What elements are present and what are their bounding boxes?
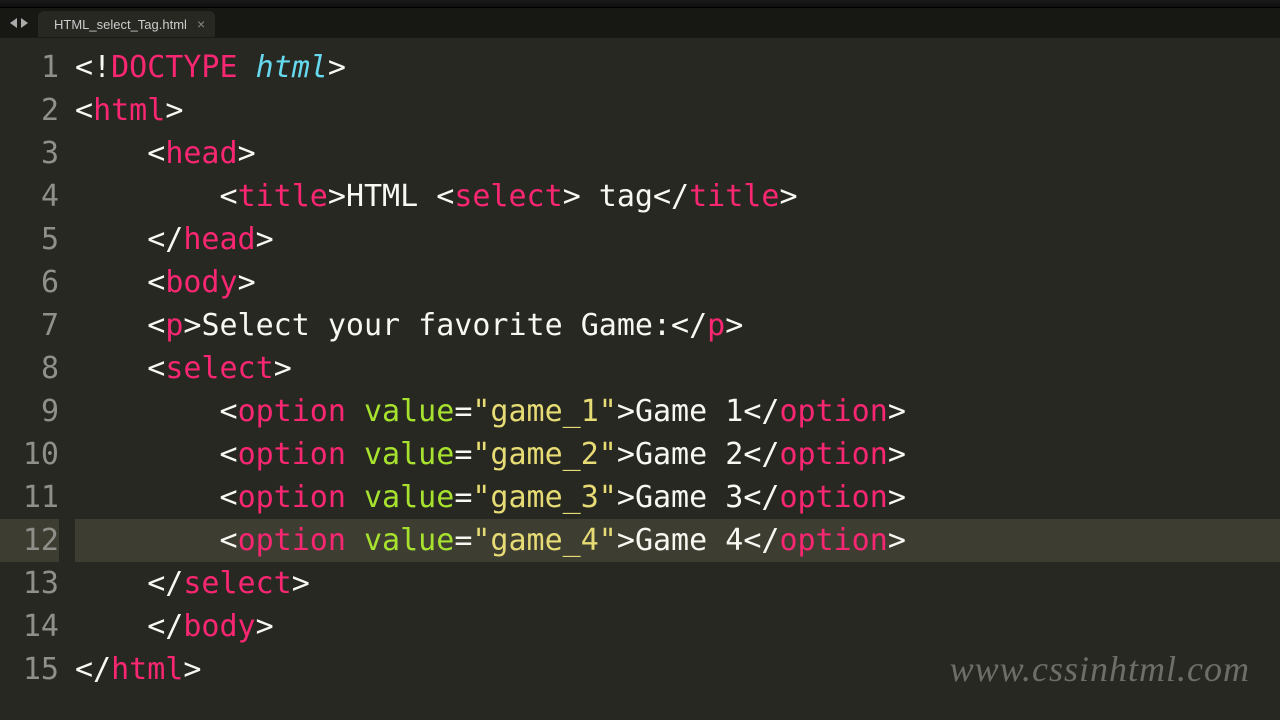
line-number: 7	[0, 304, 59, 347]
line-number: 5	[0, 218, 59, 261]
tab-nav-left-icon[interactable]	[10, 18, 17, 28]
code-line: <select>	[75, 347, 1280, 390]
code-line: </html>	[75, 648, 1280, 691]
code-line: <p>Select your favorite Game:</p>	[75, 304, 1280, 347]
line-number: 13	[0, 562, 59, 605]
code-editor[interactable]: 123456789101112131415 <!DOCTYPE html><ht…	[0, 38, 1280, 720]
line-number: 12	[0, 519, 59, 562]
code-line: <head>	[75, 132, 1280, 175]
line-number: 4	[0, 175, 59, 218]
line-number: 14	[0, 605, 59, 648]
code-line: <option value="game_4">Game 4</option>	[75, 519, 1280, 562]
line-number: 6	[0, 261, 59, 304]
code-line: <option value="game_3">Game 3</option>	[75, 476, 1280, 519]
line-number-gutter: 123456789101112131415	[0, 38, 75, 720]
line-number: 10	[0, 433, 59, 476]
close-icon[interactable]: ×	[197, 17, 205, 31]
file-tab-label: HTML_select_Tag.html	[54, 17, 187, 32]
code-line: <option value="game_1">Game 1</option>	[75, 390, 1280, 433]
code-area[interactable]: <!DOCTYPE html><html> <head> <title>HTML…	[75, 38, 1280, 720]
line-number: 9	[0, 390, 59, 433]
line-number: 2	[0, 89, 59, 132]
code-line: </body>	[75, 605, 1280, 648]
tab-nav-arrows	[0, 8, 38, 37]
code-line: </select>	[75, 562, 1280, 605]
code-line: <title>HTML <select> tag</title>	[75, 175, 1280, 218]
line-number: 11	[0, 476, 59, 519]
line-number: 3	[0, 132, 59, 175]
code-line: <!DOCTYPE html>	[75, 46, 1280, 89]
tab-bar: HTML_select_Tag.html ×	[0, 8, 1280, 38]
code-line: </head>	[75, 218, 1280, 261]
line-number: 8	[0, 347, 59, 390]
tab-nav-right-icon[interactable]	[21, 18, 28, 28]
code-line: <html>	[75, 89, 1280, 132]
line-number: 1	[0, 46, 59, 89]
code-line: <body>	[75, 261, 1280, 304]
code-line: <option value="game_2">Game 2</option>	[75, 433, 1280, 476]
file-tab[interactable]: HTML_select_Tag.html ×	[38, 11, 215, 37]
line-number: 15	[0, 648, 59, 691]
window-titlebar	[0, 0, 1280, 8]
